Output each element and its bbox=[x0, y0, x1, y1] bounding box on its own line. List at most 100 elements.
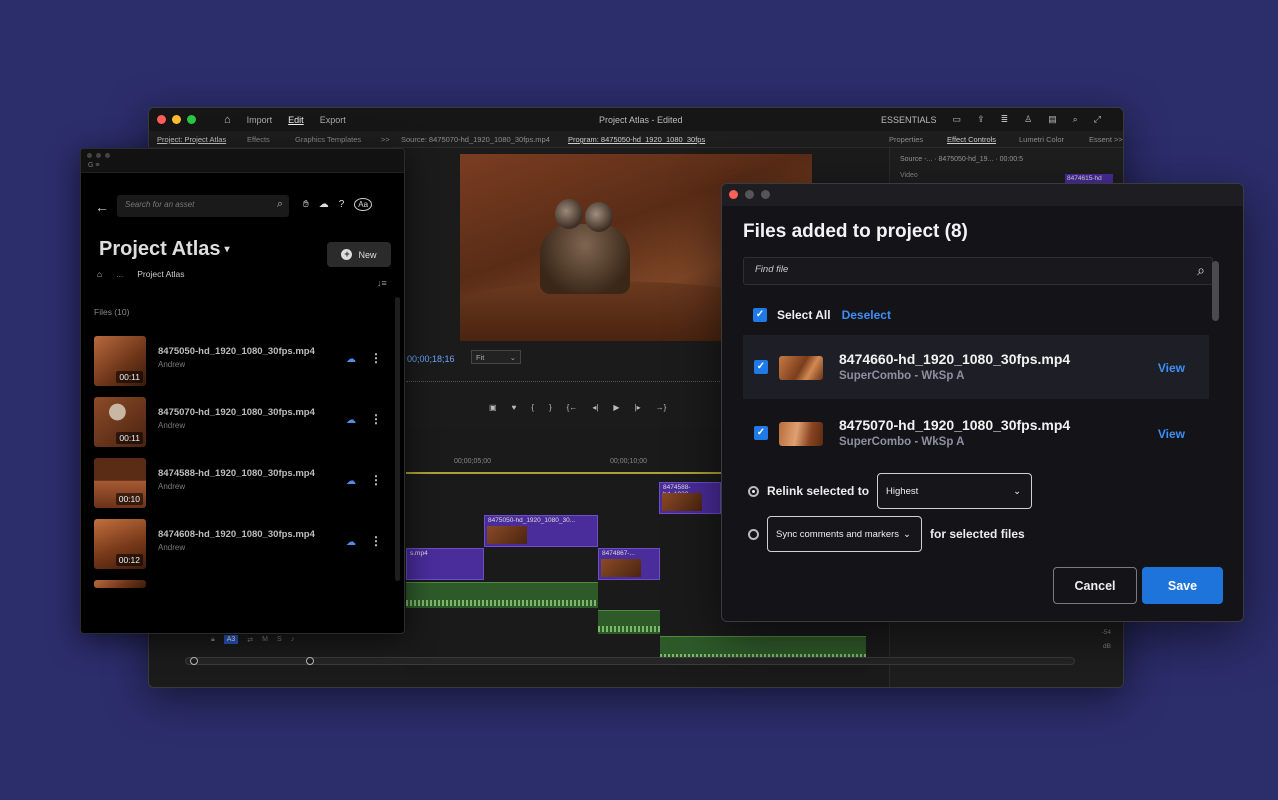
mic-icon[interactable]: ♪ bbox=[291, 636, 295, 643]
minimize-dialog-button[interactable] bbox=[745, 190, 754, 199]
tab-source[interactable]: Source: 8475070-hd_1920_1080_30fps.mp4 bbox=[401, 135, 550, 144]
maximize-dialog-button[interactable] bbox=[761, 190, 770, 199]
track-target-a3[interactable]: A3 bbox=[223, 635, 239, 644]
fit-select[interactable]: Fit ⌄ bbox=[471, 350, 521, 364]
file-item[interactable]: 00:11 8475070-hd_1920_1080_30fps.mp4 And… bbox=[94, 397, 384, 449]
file-item[interactable]: 00:11 8475050-hd_1920_1080_30fps.mp4 And… bbox=[94, 336, 384, 388]
tab-project[interactable]: Project: Project Atlas bbox=[157, 135, 226, 144]
lock-icon[interactable]: 🔒︎ bbox=[211, 636, 215, 644]
search-icon[interactable]: ⌕ bbox=[1197, 262, 1205, 279]
in-point-icon[interactable]: { bbox=[531, 403, 534, 412]
cloud-download-icon[interactable]: ☁ bbox=[346, 354, 356, 365]
scrollbar-thumb[interactable] bbox=[1212, 261, 1219, 321]
tab-program[interactable]: Program: 8475050-hd_1920_1080_30fps bbox=[568, 135, 705, 144]
panel-dot[interactable] bbox=[96, 153, 101, 158]
tab-properties[interactable]: Properties bbox=[889, 135, 923, 144]
file-row[interactable]: ✓ 8475070-hd_1920_1080_30fps.mp4 SuperCo… bbox=[743, 401, 1209, 465]
file-list-scrollbar[interactable] bbox=[1212, 261, 1219, 461]
select-all-label[interactable]: Select All bbox=[777, 308, 831, 322]
sort-icon[interactable]: ↓≡ bbox=[377, 278, 387, 288]
close-window-button[interactable] bbox=[157, 115, 166, 124]
panel-dot[interactable] bbox=[87, 153, 92, 158]
list-icon[interactable]: ≣ bbox=[1001, 114, 1009, 125]
user-icon[interactable]: ♙ bbox=[1024, 114, 1032, 125]
solo-icon[interactable]: S bbox=[277, 636, 282, 643]
relink-radio[interactable] bbox=[748, 485, 759, 497]
save-button[interactable]: Save bbox=[1142, 567, 1223, 604]
more-options-icon[interactable]: ⋮ bbox=[370, 474, 382, 486]
home-icon[interactable]: ⌂ bbox=[224, 114, 231, 126]
export-frame-icon[interactable]: ▣ bbox=[489, 403, 497, 412]
cloud-download-icon[interactable]: ☁ bbox=[346, 476, 356, 487]
cloud-download-icon[interactable]: ☁ bbox=[346, 415, 356, 426]
more-options-icon[interactable]: ⋮ bbox=[370, 413, 382, 425]
timeline-clip[interactable]: 8474867-... bbox=[598, 548, 660, 580]
find-file-input[interactable]: Find file ⌕ bbox=[743, 257, 1213, 285]
scroll-start-handle[interactable] bbox=[190, 657, 198, 665]
sync-radio[interactable] bbox=[748, 528, 759, 540]
tab-essential[interactable]: Essent >> bbox=[1089, 135, 1123, 144]
out-point-icon[interactable]: } bbox=[549, 403, 552, 412]
breadcrumb-ellipsis[interactable]: ... bbox=[116, 269, 123, 279]
cloud-download-icon[interactable]: ☁ bbox=[346, 537, 356, 548]
cloud-icon[interactable]: ☁ bbox=[319, 199, 329, 210]
relink-label[interactable]: Relink selected to bbox=[767, 484, 869, 498]
timeline-clip[interactable]: 8474588-hd_1920_... bbox=[659, 482, 721, 514]
timeline-clip[interactable]: 8475050-hd_1920_1080_30... bbox=[484, 515, 598, 547]
timeline-scrollbar[interactable] bbox=[185, 657, 1075, 665]
search-icon[interactable]: ⌕ bbox=[277, 198, 283, 211]
file-item[interactable]: 00:12 8474608-hd_1920_1080_30fps.mp4 And… bbox=[94, 519, 384, 571]
comment-icon[interactable]: ▤ bbox=[1048, 114, 1057, 125]
more-options-icon[interactable]: ⋮ bbox=[370, 352, 382, 364]
share-icon[interactable]: ⇪ bbox=[977, 114, 985, 125]
step-back-icon[interactable]: ◂| bbox=[592, 403, 598, 412]
file-item[interactable] bbox=[94, 580, 384, 590]
select-all-checkbox[interactable]: ✓ bbox=[753, 308, 767, 322]
file-checkbox[interactable]: ✓ bbox=[754, 360, 768, 374]
search-icon[interactable]: ⌕ bbox=[1073, 114, 1078, 125]
home-icon[interactable]: ⌂ bbox=[97, 269, 102, 279]
play-icon[interactable]: ▶ bbox=[613, 403, 619, 412]
timeline-clip[interactable]: s.mp4 bbox=[406, 548, 484, 580]
menu-import[interactable]: Import bbox=[247, 115, 273, 125]
asset-search-input[interactable]: Search for an asset ⌕ bbox=[117, 195, 289, 217]
panel-dot[interactable] bbox=[105, 153, 110, 158]
playhead-timecode[interactable]: 00;00;18;16 bbox=[407, 354, 455, 364]
more-options-icon[interactable]: ⋮ bbox=[370, 535, 382, 547]
audio-clip[interactable] bbox=[598, 610, 660, 634]
tab-effects[interactable]: Effects bbox=[247, 135, 270, 144]
file-checkbox[interactable]: ✓ bbox=[754, 426, 768, 440]
close-dialog-button[interactable] bbox=[729, 190, 738, 199]
file-item[interactable]: 00:10 8474588-hd_1920_1080_30fps.mp4 And… bbox=[94, 458, 384, 510]
help-icon[interactable]: ? bbox=[339, 199, 345, 210]
menu-edit[interactable]: Edit bbox=[288, 115, 304, 125]
scroll-end-handle[interactable] bbox=[306, 657, 314, 665]
marker-icon[interactable]: ♥ bbox=[512, 403, 517, 412]
cancel-button[interactable]: Cancel bbox=[1053, 567, 1137, 604]
file-row[interactable]: ✓ 8474660-hd_1920_1080_30fps.mp4 SuperCo… bbox=[743, 335, 1209, 399]
hand-icon[interactable]: ✋︎ bbox=[303, 199, 309, 210]
tab-more[interactable]: >> bbox=[381, 135, 390, 144]
new-button[interactable]: + New bbox=[327, 242, 391, 267]
maximize-window-button[interactable] bbox=[187, 115, 196, 124]
relink-quality-select[interactable]: Highest ⌄ bbox=[877, 473, 1033, 509]
menu-export[interactable]: Export bbox=[320, 115, 346, 125]
go-to-in-icon[interactable]: {← bbox=[567, 403, 578, 412]
go-to-out-icon[interactable]: →} bbox=[656, 403, 667, 412]
expand-icon[interactable]: ⤢ bbox=[1094, 114, 1101, 125]
deselect-link[interactable]: Deselect bbox=[842, 308, 891, 322]
workspace-label[interactable]: ESSENTIALS bbox=[881, 115, 937, 125]
minimize-window-button[interactable] bbox=[172, 115, 181, 124]
tab-graphics-templates[interactable]: Graphics Templates bbox=[295, 135, 361, 144]
sync-select[interactable]: Sync comments and markers ⌄ bbox=[767, 516, 922, 552]
tab-lumetri-color[interactable]: Lumetri Color bbox=[1019, 135, 1064, 144]
panel-menu[interactable]: G ≡ bbox=[88, 162, 99, 169]
view-link[interactable]: View bbox=[1158, 361, 1185, 375]
sync-lock-icon[interactable]: ⇄ bbox=[247, 636, 253, 644]
back-arrow-icon[interactable]: ← bbox=[95, 199, 109, 215]
text-size-icon[interactable]: Aa bbox=[354, 198, 373, 211]
effect-source-label[interactable]: Source -... · 8475050-hd_19... · 00:00:5 bbox=[900, 156, 1023, 163]
view-link[interactable]: View bbox=[1158, 427, 1185, 441]
panel-icon[interactable]: ▭ bbox=[953, 114, 962, 125]
step-forward-icon[interactable]: |▸ bbox=[635, 403, 641, 412]
